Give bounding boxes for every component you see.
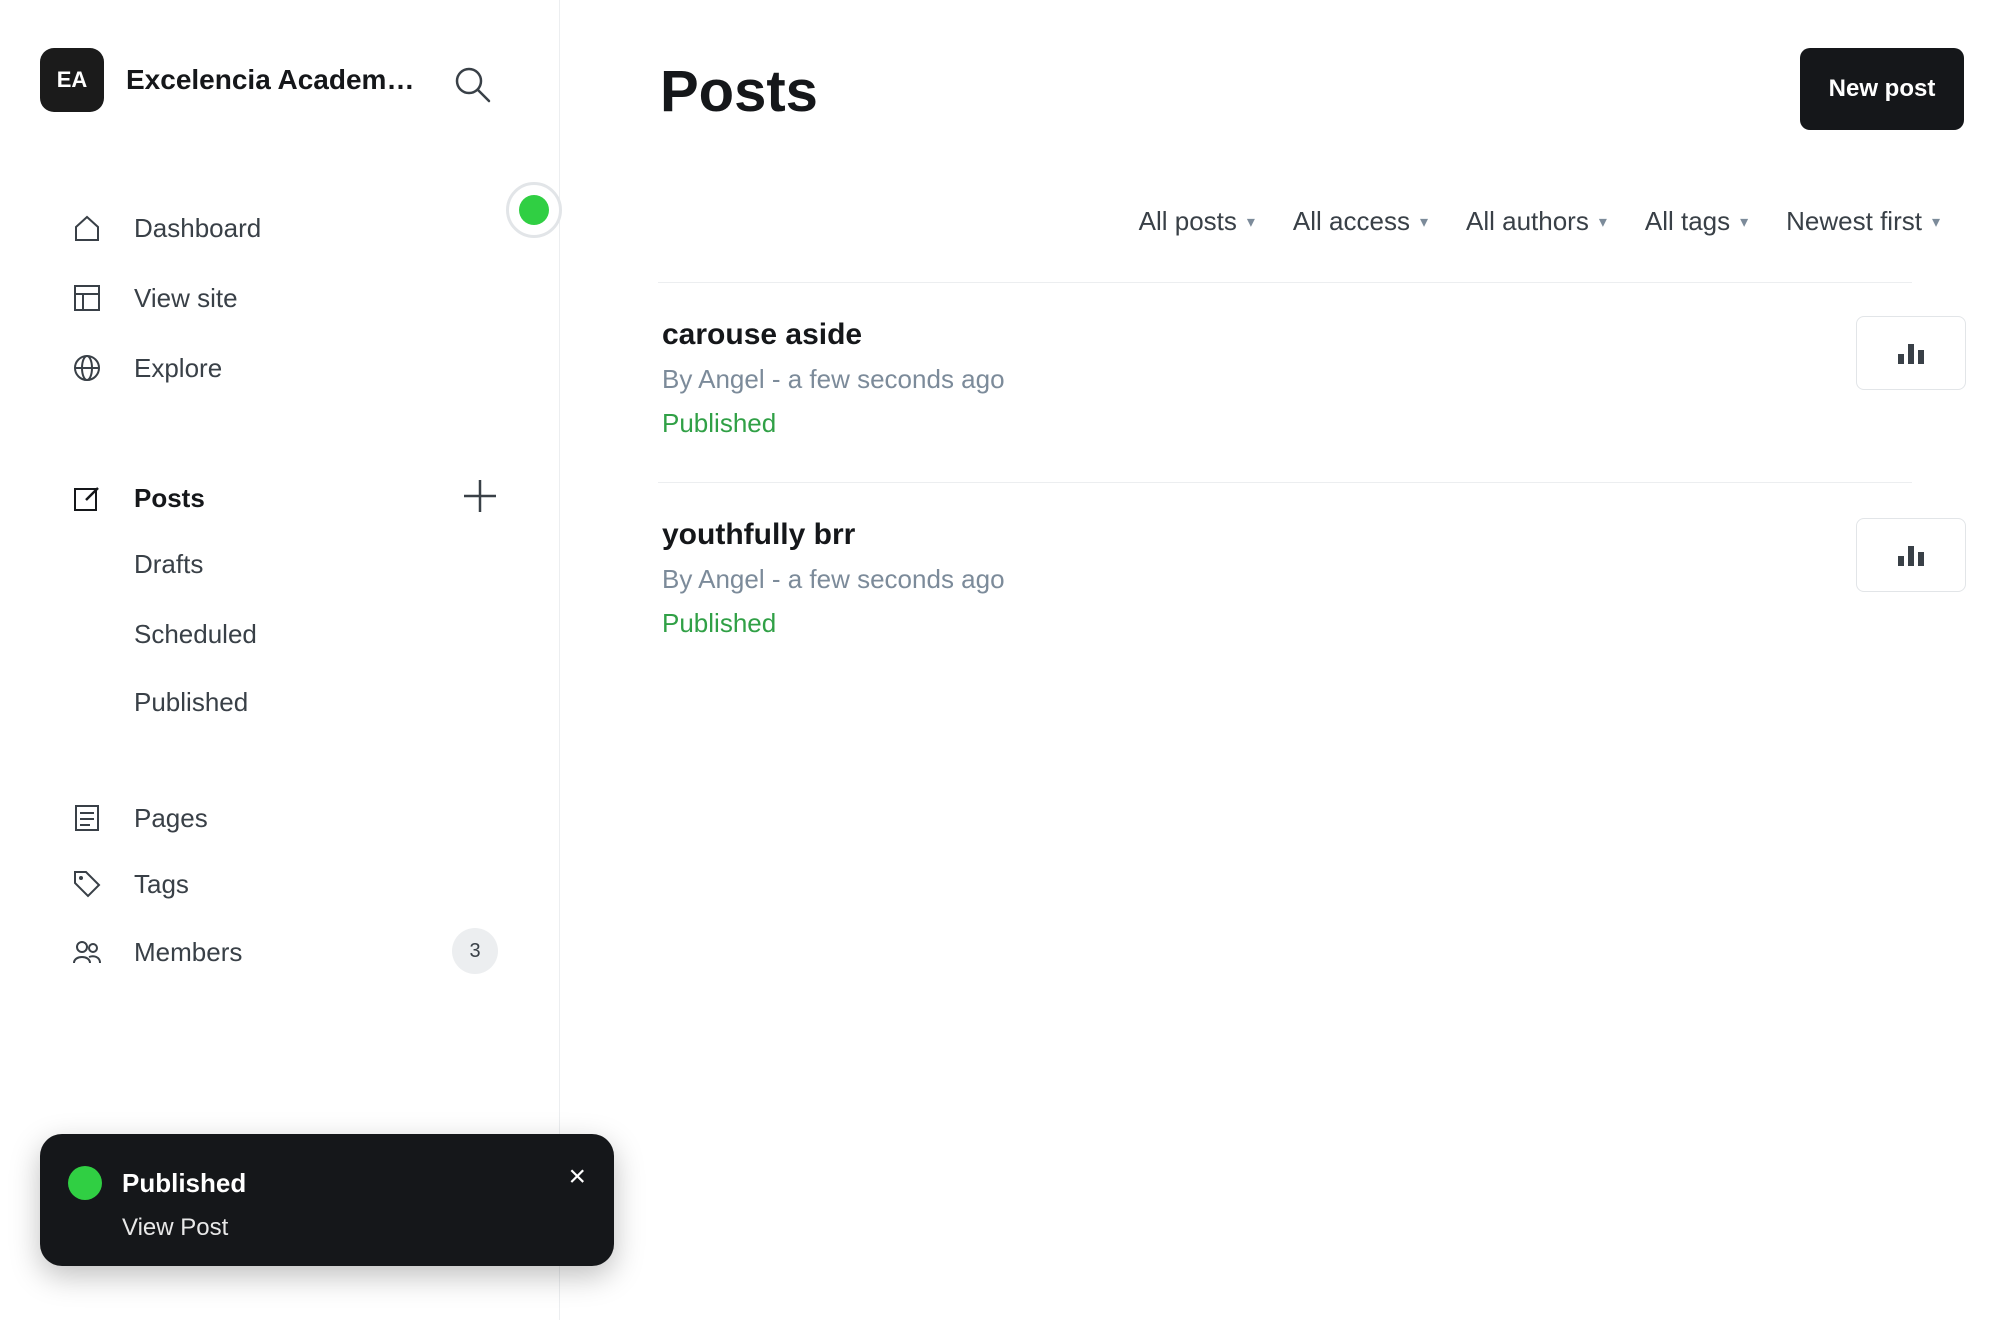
post-analytics-button[interactable] [1856, 316, 1966, 390]
nav-members[interactable]: Members [70, 930, 242, 974]
filter-authors[interactable]: All authors ▾ [1466, 206, 1607, 237]
chevron-down-icon: ▾ [1740, 213, 1749, 231]
new-post-button[interactable]: New post [1800, 48, 1964, 130]
analytics-icon [1898, 344, 1924, 364]
nav-published-label: Published [134, 686, 249, 717]
page-title: Posts [660, 59, 818, 124]
nav-pages[interactable]: Pages [70, 796, 208, 840]
post-list-item[interactable]: carouse aside By Angel - a few seconds a… [658, 316, 1966, 468]
chevron-down-icon: ▾ [1931, 213, 1940, 231]
filter-tags[interactable]: All tags ▾ [1645, 206, 1748, 237]
list-divider [658, 282, 1912, 283]
post-title[interactable]: youthfully brr [662, 518, 855, 552]
members-count-badge: 3 [452, 928, 498, 974]
nav-tags-label: Tags [134, 868, 189, 899]
nav-tags[interactable]: Tags [70, 862, 189, 906]
nav-members-label: Members [134, 936, 243, 967]
new-post-plus-icon[interactable] [460, 476, 500, 516]
post-analytics-button[interactable] [1856, 518, 1966, 592]
site-brand[interactable]: EA Excelencia Academica hardy-m022... [40, 48, 416, 112]
nav-posts[interactable]: Posts [70, 476, 205, 520]
post-title[interactable]: carouse aside [662, 318, 862, 352]
nav-drafts-label: Drafts [134, 548, 204, 579]
nav-published[interactable]: Published [70, 680, 248, 724]
post-list-item[interactable]: youthfully brr By Angel - a few seconds … [658, 518, 1966, 668]
status-dot [519, 195, 549, 225]
post-status: Published [662, 408, 777, 438]
nav-scheduled-label: Scheduled [134, 618, 257, 649]
filter-bar: All posts ▾ All access ▾ All authors ▾ All … [1139, 206, 1940, 237]
status-indicator[interactable] [506, 182, 562, 238]
filter-access-label: All access [1292, 206, 1410, 236]
globe-icon [70, 351, 104, 385]
site-logo: EA [40, 48, 104, 112]
success-check-icon [68, 1166, 102, 1200]
nav-view-site-label: View site [134, 282, 238, 313]
site-name: Excelencia Academica hardy-m022... [126, 64, 416, 95]
post-status: Published [662, 608, 777, 638]
tag-icon [70, 867, 104, 901]
search-icon[interactable] [452, 64, 492, 104]
nav-explore-label: Explore [134, 352, 223, 383]
filter-type-label: All posts [1138, 206, 1237, 236]
home-icon [70, 211, 104, 245]
filter-sort[interactable]: Newest first ▾ [1786, 206, 1940, 237]
nav-drafts[interactable]: Drafts [70, 542, 203, 586]
filter-authors-label: All authors [1465, 206, 1589, 236]
post-meta: By Angel - a few seconds ago [662, 564, 1005, 594]
nav-scheduled[interactable]: Scheduled [70, 612, 257, 656]
filter-tags-label: All tags [1644, 206, 1731, 236]
edit-icon [70, 481, 104, 515]
layout-icon [70, 281, 104, 315]
nav-posts-label: Posts [134, 482, 205, 513]
chevron-down-icon: ▾ [1598, 213, 1607, 231]
filter-access[interactable]: All access ▾ [1293, 206, 1428, 237]
toast-title: Published [122, 1168, 247, 1198]
post-meta: By Angel - a few seconds ago [662, 364, 1005, 394]
published-toast: Published View Post × [40, 1134, 614, 1266]
nav-dashboard[interactable]: Dashboard [70, 206, 261, 250]
filter-sort-label: Newest first [1786, 206, 1922, 236]
members-icon [70, 935, 104, 969]
view-post-link[interactable]: View Post [122, 1214, 228, 1242]
list-divider [658, 482, 1912, 483]
nav-view-site[interactable]: View site [70, 276, 238, 320]
chevron-down-icon: ▾ [1419, 213, 1428, 231]
nav-pages-label: Pages [134, 802, 208, 833]
nav-explore[interactable]: Explore [70, 346, 222, 390]
nav-dashboard-label: Dashboard [134, 212, 262, 243]
sidebar: EA Excelencia Academica hardy-m022... Da… [0, 0, 562, 1320]
pages-icon [70, 801, 104, 835]
filter-type[interactable]: All posts ▾ [1139, 206, 1255, 237]
main-content: Posts New post All posts ▾ All access ▾ Al… [560, 0, 2000, 1320]
analytics-icon [1898, 546, 1924, 566]
chevron-down-icon: ▾ [1246, 213, 1255, 231]
